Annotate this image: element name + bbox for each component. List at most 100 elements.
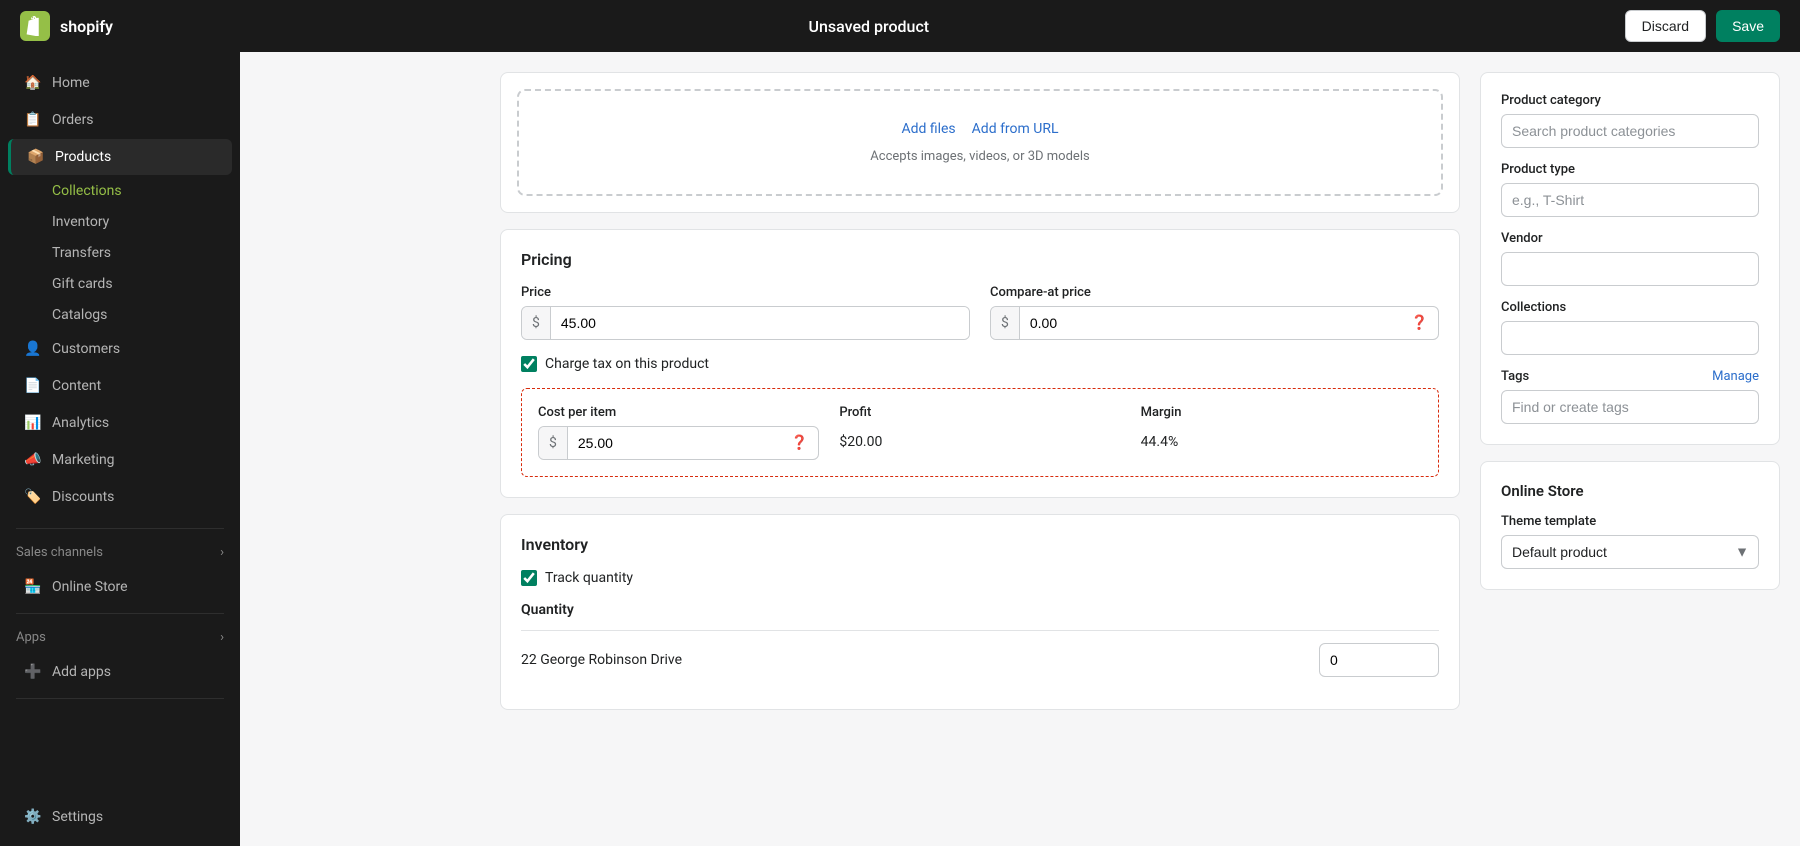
- product-category-label: Product category: [1501, 93, 1759, 108]
- sidebar-item-customers[interactable]: 👤 Customers: [8, 331, 232, 367]
- sidebar-apps-section[interactable]: Apps ›: [0, 622, 240, 653]
- profit-value: $20.00: [839, 426, 1120, 458]
- price-field: Price $: [521, 285, 970, 340]
- compare-price-field: Compare-at price $ ❓: [990, 285, 1439, 340]
- inventory-title: Inventory: [521, 535, 1439, 554]
- cost-per-item-field: Cost per item $ ❓: [538, 405, 819, 460]
- save-button[interactable]: Save: [1716, 10, 1780, 42]
- main-content: Add files Add from URL Accepts images, v…: [480, 52, 1800, 846]
- orders-icon: 📋: [24, 111, 42, 129]
- theme-select-wrapper: Default product Custom template ▼: [1501, 535, 1759, 569]
- charge-tax-checkbox[interactable]: [521, 356, 537, 372]
- cost-currency: $: [539, 427, 568, 459]
- topbar-actions: Discard Save: [1625, 10, 1780, 42]
- sidebar-item-marketing[interactable]: 📣 Marketing: [8, 442, 232, 478]
- sidebar-item-home[interactable]: 🏠 Home: [8, 65, 232, 101]
- tags-manage-link[interactable]: Manage: [1712, 369, 1759, 384]
- media-links: Add files Add from URL: [901, 121, 1058, 137]
- margin-value: 44.4%: [1141, 426, 1422, 458]
- collections-label: Collections: [1501, 300, 1759, 315]
- shopify-icon: [20, 11, 50, 41]
- sidebar-divider-3: [16, 698, 224, 699]
- pricing-card: Pricing Price $ Compare-at price $: [500, 229, 1460, 498]
- media-hint: Accepts images, videos, or 3D models: [870, 149, 1089, 164]
- add-from-url-link[interactable]: Add from URL: [972, 121, 1059, 137]
- media-upload-area[interactable]: Add files Add from URL Accepts images, v…: [517, 89, 1443, 196]
- sidebar-label-products: Products: [55, 149, 111, 165]
- theme-template-select[interactable]: Default product Custom template: [1501, 535, 1759, 569]
- logo-text: shopify: [60, 17, 113, 36]
- sidebar-item-orders[interactable]: 📋 Orders: [8, 102, 232, 138]
- home-icon: 🏠: [24, 74, 42, 92]
- theme-template-label: Theme template: [1501, 514, 1759, 529]
- sidebar-item-content[interactable]: 📄 Content: [8, 368, 232, 404]
- cost-box: Cost per item $ ❓ Profit $20.00: [521, 388, 1439, 477]
- help-icon[interactable]: ❓: [1401, 307, 1438, 339]
- sidebar: 🏠 Home 📋 Orders 📦 Products Collections I…: [0, 52, 240, 846]
- customers-icon: 👤: [24, 340, 42, 358]
- sidebar-sales-channels-section[interactable]: Sales channels ›: [0, 537, 240, 568]
- sidebar-label-sales-channels: Sales channels: [16, 545, 103, 560]
- sidebar-label-customers: Customers: [52, 341, 120, 357]
- price-input-wrapper: $: [521, 306, 970, 340]
- sidebar-subitem-catalogs[interactable]: Catalogs: [8, 300, 232, 330]
- sidebar-label-home: Home: [52, 75, 90, 91]
- profit-field: Profit $20.00: [839, 405, 1120, 458]
- chevron-right-icon: ›: [220, 545, 224, 560]
- collections-input[interactable]: [1501, 321, 1759, 355]
- product-type-input[interactable]: [1501, 183, 1759, 217]
- product-organization-card: Product category Product type Vendor: [1480, 72, 1780, 445]
- inventory-card: Inventory Track quantity Quantity 22 Geo…: [500, 514, 1460, 710]
- sidebar-label-collections: Collections: [52, 183, 122, 199]
- product-category-input[interactable]: [1501, 114, 1759, 148]
- add-files-link[interactable]: Add files: [901, 121, 955, 137]
- quantity-input[interactable]: [1319, 643, 1439, 677]
- sidebar-label-catalogs: Catalogs: [52, 307, 107, 323]
- sidebar-label-gift-cards: Gift cards: [52, 276, 113, 292]
- vendor-label: Vendor: [1501, 231, 1759, 246]
- media-card: Add files Add from URL Accepts images, v…: [500, 72, 1460, 213]
- sidebar-item-products[interactable]: 📦 Products: [8, 139, 232, 175]
- sidebar-subitem-transfers[interactable]: Transfers: [8, 238, 232, 268]
- quantity-section: Quantity 22 George Robinson Drive: [521, 602, 1439, 689]
- sidebar-item-discounts[interactable]: 🏷️ Discounts: [8, 479, 232, 515]
- sidebar-subitem-gift-cards[interactable]: Gift cards: [8, 269, 232, 299]
- cost-row: Cost per item $ ❓ Profit $20.00: [538, 405, 1422, 460]
- cost-per-item-label: Cost per item: [538, 405, 819, 420]
- discard-button[interactable]: Discard: [1625, 10, 1706, 42]
- sidebar-label-online-store: Online Store: [52, 579, 128, 595]
- location-name: 22 George Robinson Drive: [521, 652, 682, 668]
- collections-group: Collections: [1501, 300, 1759, 355]
- compare-price-input-wrapper: $ ❓: [990, 306, 1439, 340]
- pricing-title: Pricing: [521, 250, 1439, 269]
- compare-price-input[interactable]: [1020, 307, 1401, 339]
- sidebar-label-analytics: Analytics: [52, 415, 109, 431]
- track-quantity-checkbox[interactable]: [521, 570, 537, 586]
- online-store-title: Online Store: [1501, 482, 1759, 500]
- sidebar-subitem-inventory[interactable]: Inventory: [8, 207, 232, 237]
- cost-input[interactable]: [568, 427, 781, 459]
- sidebar-label-inventory: Inventory: [52, 214, 109, 230]
- vendor-input[interactable]: [1501, 252, 1759, 286]
- sidebar-label-marketing: Marketing: [52, 452, 115, 468]
- product-type-label: Product type: [1501, 162, 1759, 177]
- sidebar-subitem-collections[interactable]: Collections: [8, 176, 232, 206]
- marketing-icon: 📣: [24, 451, 42, 469]
- price-input[interactable]: [551, 307, 969, 339]
- sidebar-item-analytics[interactable]: 📊 Analytics: [8, 405, 232, 441]
- content-icon: 📄: [24, 377, 42, 395]
- sidebar-label-transfers: Transfers: [52, 245, 111, 261]
- product-category-group: Product category: [1501, 93, 1759, 148]
- theme-template-group: Theme template Default product Custom te…: [1501, 514, 1759, 569]
- vendor-group: Vendor: [1501, 231, 1759, 286]
- sidebar-item-online-store[interactable]: 🏪 Online Store: [8, 569, 232, 605]
- online-store-icon: 🏪: [24, 578, 42, 596]
- sidebar-label-settings: Settings: [52, 809, 103, 825]
- sidebar-item-settings[interactable]: ⚙️ Settings: [8, 799, 232, 835]
- sidebar-item-add-apps[interactable]: ➕ Add apps: [8, 654, 232, 690]
- tags-input[interactable]: [1501, 390, 1759, 424]
- left-column: Add files Add from URL Accepts images, v…: [500, 72, 1460, 826]
- discounts-icon: 🏷️: [24, 488, 42, 506]
- sidebar-label-discounts: Discounts: [52, 489, 114, 505]
- cost-help-icon[interactable]: ❓: [781, 427, 818, 459]
